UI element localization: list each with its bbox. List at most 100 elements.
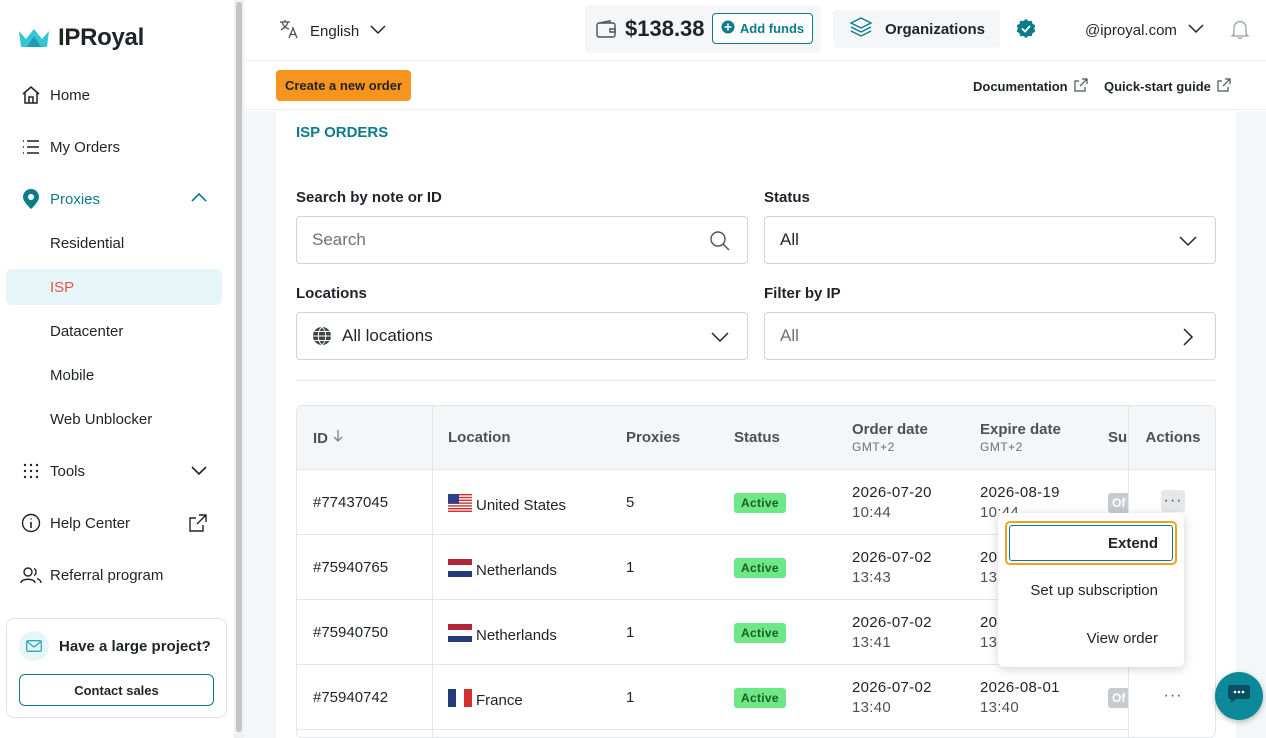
chevron-down-icon: [369, 20, 387, 42]
users-icon: [20, 564, 42, 586]
country-name: France: [476, 691, 523, 709]
order-id[interactable]: #75940742: [313, 689, 388, 706]
order-date: 2026-07-02 13:41: [852, 613, 932, 653]
row-actions-button[interactable]: ···: [1161, 685, 1185, 707]
status-label: Status: [764, 189, 810, 206]
sidebar-item-isp[interactable]: ISP: [6, 269, 222, 305]
top-bar: English $138.38 Add funds Organizations …: [244, 0, 1266, 61]
chat-button[interactable]: [1215, 672, 1263, 720]
subscription-toggle[interactable]: Of: [1108, 493, 1130, 513]
account-menu[interactable]: @iproyal.com: [1085, 19, 1205, 41]
sidebar-item-residential[interactable]: Residential: [6, 225, 222, 261]
column-header-id[interactable]: ID: [313, 429, 344, 447]
language-selector[interactable]: English: [278, 18, 387, 44]
order-id[interactable]: #75940750: [313, 624, 388, 641]
sidebar-scrollbar[interactable]: [234, 0, 244, 738]
locations-value: All locations: [342, 326, 433, 345]
sidebar-item-referral[interactable]: Referral program: [6, 557, 222, 593]
filter-ip-select[interactable]: All: [764, 312, 1216, 360]
account-email: @iproyal.com: [1085, 21, 1177, 39]
date-value: 2026-07-02: [852, 549, 932, 566]
divider: [296, 380, 1216, 381]
verified-badge-icon: [1015, 18, 1037, 45]
chevron-down-icon: [190, 461, 208, 483]
organizations-label: Organizations: [885, 20, 986, 38]
locations-select[interactable]: All locations: [296, 312, 748, 360]
sidebar-item-proxies[interactable]: Proxies: [6, 181, 222, 217]
setup-subscription-menu-item[interactable]: Set up subscription: [1030, 582, 1158, 599]
promo-header: Have a large project?: [19, 631, 211, 661]
view-order-menu-item[interactable]: View order: [1087, 630, 1158, 647]
list-icon: [20, 136, 42, 158]
order-id[interactable]: #77437045: [313, 494, 388, 511]
logo[interactable]: IPRoyal: [18, 24, 144, 52]
status-badge: Active: [734, 623, 786, 643]
sidebar-item-label: ISP: [50, 278, 75, 296]
order-date: 2026-07-02 13:40: [852, 678, 932, 718]
external-link-icon: [188, 513, 208, 537]
search-label: Search by note or ID: [296, 189, 442, 206]
order-id[interactable]: #75940765: [313, 559, 388, 576]
actions-menu: Extend Set up subscription View order: [998, 513, 1184, 667]
column-header-proxies: Proxies: [626, 429, 681, 446]
brand-name: IPRoyal: [58, 24, 144, 51]
column-header-expire-date: Expire date GMT+2: [980, 421, 1061, 454]
extend-menu-item[interactable]: Extend: [1005, 521, 1177, 565]
location-pin-icon: [20, 188, 42, 210]
sidebar-item-label: Help Center: [50, 514, 131, 532]
bell-icon[interactable]: [1229, 18, 1251, 45]
plus-circle-icon: [721, 20, 735, 37]
status-value: All: [780, 230, 799, 249]
proxy-count: 1: [626, 689, 635, 706]
column-header-actions: Actions: [1129, 406, 1215, 470]
add-funds-label: Add funds: [739, 21, 805, 36]
page-title: ISP ORDERS: [296, 124, 389, 141]
globe-icon: [312, 326, 332, 346]
add-funds-button[interactable]: Add funds: [712, 13, 813, 44]
search-placeholder: Search: [312, 230, 366, 249]
search-icon: [709, 230, 731, 257]
order-date-timezone: GMT+2: [852, 440, 895, 454]
contact-sales-button[interactable]: Contact sales: [19, 674, 214, 706]
organizations-button[interactable]: Organizations: [833, 10, 1000, 48]
search-input[interactable]: Search: [296, 216, 748, 264]
scrollbar-thumb[interactable]: [236, 2, 242, 732]
nl-flag-icon: [448, 624, 472, 646]
date-value: 2026-08-01: [980, 679, 1060, 696]
documentation-label: Documentation: [973, 79, 1068, 94]
promo-title: Have a large project?: [59, 637, 211, 655]
sidebar-item-mobile[interactable]: Mobile: [6, 357, 222, 393]
documentation-link[interactable]: Documentation: [973, 78, 1088, 95]
status-select[interactable]: All: [764, 216, 1216, 264]
sidebar-item-help-center[interactable]: Help Center: [6, 505, 222, 541]
sidebar-item-label: Datacenter: [50, 322, 124, 340]
crown-icon: [19, 29, 49, 47]
order-location: United States: [448, 494, 566, 516]
quick-start-link[interactable]: Quick-start guide: [1104, 78, 1231, 95]
sidebar-item-label: Web Unblocker: [50, 410, 153, 428]
sidebar-item-label: Home: [50, 86, 91, 104]
filter-ip-value: All: [780, 326, 799, 345]
sidebar-item-label: Proxies: [50, 190, 101, 208]
order-date: 2026-07-20 10:44: [852, 483, 932, 523]
sidebar-item-datacenter[interactable]: Datacenter: [6, 313, 222, 349]
order-location: France: [448, 689, 523, 711]
expire-date: 2026-08-01 13:40: [980, 678, 1060, 718]
sidebar-item-my-orders[interactable]: My Orders: [6, 129, 222, 165]
filter-ip-label: Filter by IP: [764, 285, 841, 302]
promo-card: Have a large project? Contact sales: [6, 618, 227, 718]
order-location: Netherlands: [448, 559, 557, 581]
order-date-label: Order date: [852, 421, 928, 438]
chevron-up-icon: [190, 189, 208, 211]
sidebar-item-home[interactable]: Home: [6, 77, 222, 113]
sidebar-item-web-unblocker[interactable]: Web Unblocker: [6, 401, 222, 437]
mail-icon: [19, 631, 49, 661]
row-actions-button[interactable]: ···: [1161, 490, 1185, 512]
sidebar: IPRoyal Home My Orders Proxies Residenti…: [0, 0, 234, 738]
subscription-toggle[interactable]: Of: [1108, 688, 1130, 708]
sidebar-item-tools[interactable]: Tools: [6, 453, 222, 489]
order-date: 2026-07-02 13:43: [852, 548, 932, 588]
create-order-button[interactable]: Create a new order: [276, 70, 411, 101]
language-label: English: [310, 22, 360, 40]
date-value: 2026-07-02: [852, 679, 932, 696]
